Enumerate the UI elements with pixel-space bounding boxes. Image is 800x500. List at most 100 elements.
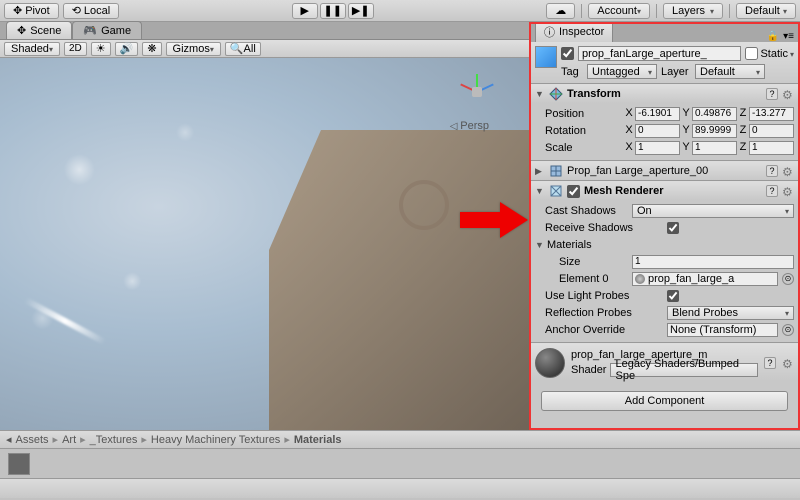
scene-search[interactable]: 🔍All bbox=[225, 42, 261, 56]
meshrenderer-icon bbox=[549, 184, 563, 198]
shader-dropdown[interactable]: Legacy Shaders/Bumped Spe bbox=[610, 363, 758, 377]
step-button[interactable]: ▶❚ bbox=[348, 3, 374, 19]
status-bar bbox=[0, 478, 800, 498]
scene-panel: ✥ Scene 🎮 Game Shaded 2D ☀ 🔊 ❋ Gizmos 🔍A… bbox=[0, 22, 529, 430]
shading-dropdown[interactable]: Shaded bbox=[4, 42, 60, 56]
play-controls: ▶ ❚❚ ▶❚ bbox=[292, 3, 374, 19]
transform-icon bbox=[549, 87, 563, 101]
cloud-button[interactable]: ☁ bbox=[546, 3, 575, 19]
gameobject-active-checkbox[interactable] bbox=[561, 47, 574, 60]
foldout-icon[interactable]: ▼ bbox=[535, 240, 545, 250]
meshrenderer-title: Mesh Renderer bbox=[584, 185, 762, 197]
scale-z-input[interactable] bbox=[749, 141, 794, 155]
gizmos-dropdown[interactable]: Gizmos bbox=[166, 42, 221, 56]
add-component-button[interactable]: Add Component bbox=[541, 391, 788, 411]
crumb[interactable]: _Textures bbox=[90, 434, 138, 446]
static-label: Static bbox=[760, 48, 788, 60]
receive-shadows-checkbox[interactable] bbox=[667, 222, 679, 234]
meshfilter-component: ▶ Prop_fan Large_aperture_00 ? ⚙ bbox=[531, 161, 798, 181]
audio-toggle[interactable]: 🔊 bbox=[115, 42, 139, 56]
position-z-input[interactable] bbox=[749, 107, 794, 121]
material-ball-icon bbox=[635, 274, 645, 284]
gear-icon[interactable]: ⚙ bbox=[782, 185, 794, 197]
scene-viewport[interactable]: ◁ Persp bbox=[0, 58, 529, 430]
material-preview-icon[interactable] bbox=[535, 348, 565, 378]
anchor-override-field[interactable]: None (Transform) bbox=[667, 323, 778, 337]
scale-y-input[interactable] bbox=[692, 141, 737, 155]
fx-toggle[interactable]: ❋ bbox=[142, 42, 161, 56]
gear-icon[interactable]: ⚙ bbox=[782, 165, 794, 177]
scale-x-input[interactable] bbox=[635, 141, 680, 155]
tab-scene[interactable]: ✥ Scene bbox=[6, 21, 72, 39]
chevron-down-icon bbox=[210, 43, 214, 55]
panel-menu-icon[interactable]: ▾≡ bbox=[783, 31, 794, 42]
chevron-down-icon[interactable] bbox=[790, 48, 794, 60]
object-picker-button[interactable]: ⊙ bbox=[782, 273, 794, 285]
layout-dropdown[interactable]: Default bbox=[736, 3, 796, 19]
gear-icon[interactable]: ⚙ bbox=[782, 88, 794, 100]
account-dropdown[interactable]: Account bbox=[588, 3, 650, 19]
rotate-icon: ⟲ bbox=[72, 4, 81, 17]
rotation-z-input[interactable] bbox=[749, 124, 794, 138]
transform-title: Transform bbox=[567, 88, 762, 100]
crumb[interactable]: Assets bbox=[16, 434, 49, 446]
scene-geometry bbox=[24, 297, 106, 345]
crumb[interactable]: Heavy Machinery Textures bbox=[151, 434, 280, 446]
chevron-down-icon bbox=[756, 66, 760, 78]
local-button[interactable]: ⟲Local bbox=[63, 3, 120, 19]
pause-button[interactable]: ❚❚ bbox=[320, 3, 346, 19]
layer-dropdown[interactable]: Default bbox=[695, 64, 765, 79]
crumb[interactable]: Materials bbox=[294, 434, 342, 446]
cloud-icon: ☁ bbox=[555, 4, 566, 17]
chevron-down-icon bbox=[785, 205, 789, 217]
scene-geometry bbox=[269, 130, 529, 430]
scale-label: Scale bbox=[535, 142, 622, 154]
layers-dropdown[interactable]: Layers bbox=[663, 3, 723, 19]
lighting-toggle[interactable]: ☀ bbox=[91, 42, 111, 56]
asset-thumbnail[interactable] bbox=[8, 453, 30, 475]
lock-icon[interactable]: 🔒 bbox=[767, 31, 779, 42]
meshrenderer-header[interactable]: ▼ Mesh Renderer ? ⚙ bbox=[531, 182, 798, 200]
gizmo-center-icon bbox=[472, 87, 482, 97]
object-picker-button[interactable]: ⊙ bbox=[782, 324, 794, 336]
help-button[interactable]: ? bbox=[766, 185, 778, 197]
meshrenderer-enabled-checkbox[interactable] bbox=[567, 185, 580, 198]
tab-game[interactable]: 🎮 Game bbox=[72, 21, 142, 39]
rotation-x-input[interactable] bbox=[635, 124, 680, 138]
inspector-panel: ⓘInspector 🔒 ▾≡ Static bbox=[529, 22, 800, 430]
play-button[interactable]: ▶ bbox=[292, 3, 318, 19]
crumb[interactable]: Art bbox=[62, 434, 76, 446]
help-button[interactable]: ? bbox=[766, 88, 778, 100]
separator bbox=[581, 4, 582, 18]
materials-size-label: Size bbox=[535, 256, 630, 268]
meshfilter-header[interactable]: ▶ Prop_fan Large_aperture_00 ? ⚙ bbox=[531, 162, 798, 180]
breadcrumb: ◂ Assets▸ Art▸ _Textures▸ Heavy Machiner… bbox=[0, 431, 800, 449]
help-button[interactable]: ? bbox=[766, 165, 778, 177]
tag-dropdown[interactable]: Untagged bbox=[587, 64, 657, 79]
reflection-probes-label: Reflection Probes bbox=[535, 307, 665, 319]
gameobject-icon[interactable] bbox=[535, 46, 557, 68]
position-x-input[interactable] bbox=[635, 107, 680, 121]
gear-icon[interactable]: ⚙ bbox=[782, 357, 794, 369]
projection-label[interactable]: ◁ Persp bbox=[450, 120, 489, 132]
tab-inspector[interactable]: ⓘInspector bbox=[535, 22, 613, 42]
help-button[interactable]: ? bbox=[764, 357, 776, 369]
rotation-y-input[interactable] bbox=[692, 124, 737, 138]
breadcrumb-back[interactable]: ◂ bbox=[6, 433, 12, 446]
light-probes-checkbox[interactable] bbox=[667, 290, 679, 302]
sun-icon: ☀ bbox=[96, 42, 106, 55]
element0-field[interactable]: prop_fan_large_a bbox=[632, 272, 778, 286]
transform-header[interactable]: ▼ Transform ? ⚙ bbox=[531, 85, 798, 103]
gameobject-name-input[interactable] bbox=[578, 46, 741, 61]
pause-icon: ❚❚ bbox=[324, 4, 342, 17]
separator bbox=[656, 4, 657, 18]
materials-size-input[interactable] bbox=[632, 255, 794, 269]
main-toolbar: ✥Pivot ⟲Local ▶ ❚❚ ▶❚ ☁ Account Layers D… bbox=[0, 0, 800, 22]
orientation-gizmo[interactable] bbox=[455, 70, 499, 114]
reflection-probes-dropdown[interactable]: Blend Probes bbox=[667, 306, 794, 320]
position-y-input[interactable] bbox=[692, 107, 737, 121]
static-checkbox[interactable] bbox=[745, 47, 758, 60]
cast-shadows-dropdown[interactable]: On bbox=[632, 204, 794, 218]
pivot-button[interactable]: ✥Pivot bbox=[4, 3, 59, 19]
2d-toggle[interactable]: 2D bbox=[64, 42, 87, 56]
